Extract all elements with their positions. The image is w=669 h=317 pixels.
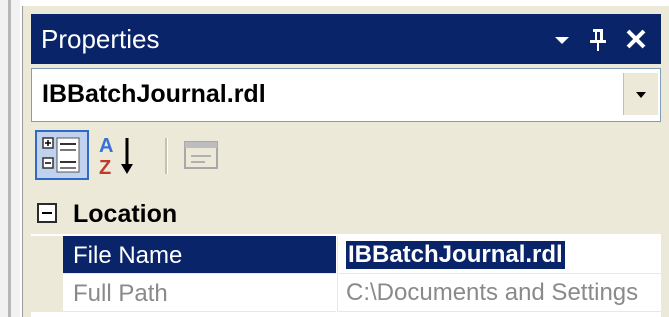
auto-hide-button[interactable] <box>583 22 613 56</box>
categorized-button[interactable] <box>35 130 89 180</box>
property-name: Full Path <box>73 280 168 307</box>
panel-title: Properties <box>41 24 160 54</box>
screenshot-frame: Properties IBBatchJournal.rdl A Z Locati… <box>0 0 669 317</box>
object-selector[interactable]: IBBatchJournal.rdl <box>31 68 661 122</box>
svg-text:A: A <box>99 135 113 157</box>
panel-titlebar[interactable]: Properties <box>31 14 661 64</box>
collapse-icon[interactable] <box>37 203 57 223</box>
property-name-cell[interactable]: File Name <box>63 236 336 274</box>
row-margin <box>31 274 63 312</box>
category-row[interactable]: Location <box>31 194 661 234</box>
property-name: File Name <box>73 242 183 269</box>
dropdown-arrow-icon <box>636 92 646 98</box>
property-grid: Location File Name IBBatchJournal.rdl Fu… <box>31 194 661 317</box>
pin-icon <box>590 29 606 51</box>
close-icon <box>626 29 646 49</box>
window-edge <box>0 0 20 317</box>
category-label: Location <box>73 200 178 228</box>
property-pages-icon <box>184 141 218 169</box>
property-value-input[interactable]: IBBatchJournal.rdl <box>346 241 565 269</box>
property-value-readonly: C:\Documents and Settings <box>346 279 639 306</box>
property-row-full-path[interactable]: Full Path C:\Documents and Settings <box>31 274 661 312</box>
selected-object-name: IBBatchJournal.rdl <box>42 80 266 108</box>
property-value-cell[interactable]: C:\Documents and Settings <box>337 274 661 312</box>
property-pages-button <box>175 130 229 180</box>
object-selector-dropdown-button[interactable] <box>623 73 658 115</box>
alphabetical-sort-icon: A Z <box>99 135 133 179</box>
svg-text:Z: Z <box>99 157 111 179</box>
property-name-cell[interactable]: Full Path <box>63 274 336 312</box>
alphabetical-button[interactable]: A Z <box>93 130 147 180</box>
row-margin <box>31 236 63 274</box>
properties-toolbar: A Z <box>31 124 661 188</box>
toolbar-separator <box>165 138 168 174</box>
chevron-down-icon <box>555 37 569 44</box>
property-value-cell[interactable]: IBBatchJournal.rdl <box>337 236 661 274</box>
categorized-icon <box>42 137 80 173</box>
properties-panel: Properties IBBatchJournal.rdl A Z Locati… <box>22 6 669 317</box>
close-button[interactable] <box>621 22 651 56</box>
window-position-button[interactable] <box>547 22 577 56</box>
property-row-file-name[interactable]: File Name IBBatchJournal.rdl <box>31 236 661 274</box>
